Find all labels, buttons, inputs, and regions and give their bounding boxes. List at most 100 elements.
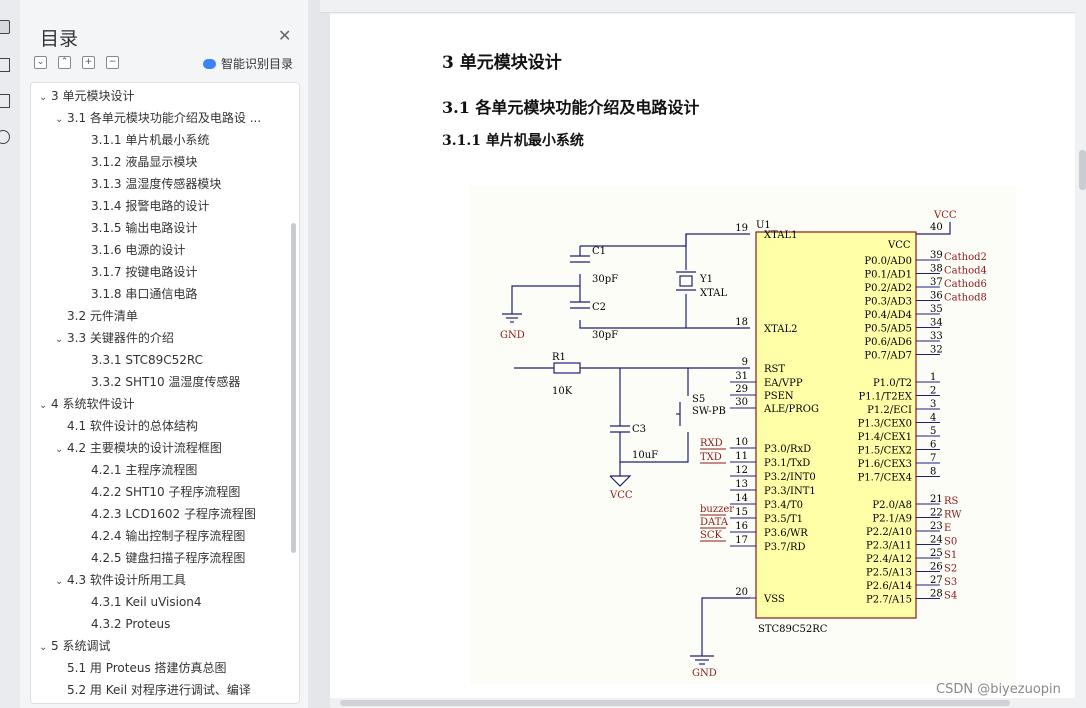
toc-item[interactable]: 5.2 用 Keil 对程序进行调试、编译 (55, 681, 251, 699)
page-icon[interactable] (0, 58, 10, 72)
vcc-pin-num: 40 (930, 222, 943, 233)
horizontal-scrollbar[interactable] (330, 698, 1075, 708)
toc-item-label: 3.1.2 液晶显示模块 (91, 155, 198, 169)
toc-item[interactable]: 4.3.2 Proteus (79, 615, 170, 633)
toc-item-label: 4.3.1 Keil uVision4 (91, 595, 202, 609)
toc-item[interactable]: ⌄ 4 系统软件设计 (39, 395, 134, 413)
pin-name: XTAL1 (764, 230, 797, 241)
toc-item-label: 4.2.1 主程序流程图 (91, 463, 198, 477)
net-label: S4 (944, 591, 957, 602)
pin-name: P3.7/RD (764, 542, 806, 553)
vertical-scrollbar[interactable] (1076, 0, 1086, 708)
net-label: Cathod8 (944, 293, 987, 304)
toc-item[interactable]: 3.1.4 报警电路的设计 (79, 197, 209, 215)
vertical-scroll-thumb[interactable] (1079, 150, 1086, 190)
toc-item[interactable]: 3.3.1 STC89C52RC (79, 351, 203, 369)
pin-name: P0.4/AD4 (864, 310, 912, 321)
toc-item-label: 3.1.6 电源的设计 (91, 243, 186, 257)
net-label: Cathod4 (944, 266, 987, 277)
toc-item[interactable]: 3.1.5 输出电路设计 (79, 219, 197, 237)
pin-name: P0.1/AD1 (864, 270, 912, 281)
toc-item-label: 3.3 关键器件的介绍 (67, 331, 174, 345)
toc-item-label: 5.2 用 Keil 对程序进行调试、编译 (67, 683, 251, 697)
pin-number: 36 (930, 291, 943, 302)
toc-item[interactable]: ⌄ 3 单元模块设计 (39, 87, 134, 105)
pin-name: XTAL2 (764, 324, 797, 335)
toc-item[interactable]: 4.1 软件设计的总体结构 (55, 417, 198, 435)
pin-name: P3.4/T0 (764, 500, 803, 511)
toc-scrollbar[interactable] (291, 223, 296, 553)
pin-name: VSS (763, 594, 785, 605)
pin-name: P0.0/AD0 (864, 256, 912, 267)
toc-item[interactable]: 3.1.1 单片机最小系统 (79, 131, 209, 149)
close-icon[interactable]: ✕ (278, 26, 291, 45)
toc-item-label: 3.1.3 温湿度传感器模块 (91, 177, 222, 191)
pin-name: P1.0/T2 (873, 378, 912, 389)
toc-item[interactable]: 4.2.3 LCD1602 子程序流程图 (79, 505, 256, 523)
remove-icon[interactable]: − (106, 56, 119, 69)
toc-item[interactable]: 3.1.2 液晶显示模块 (79, 153, 197, 171)
toc-item[interactable]: ⌄ 5 系统调试 (39, 637, 110, 655)
pin-name: P0.6/AD6 (864, 337, 912, 348)
chevron-down-icon[interactable]: ⌄ (55, 331, 67, 349)
toc-item[interactable]: ⌄ 3.1 各单元模块功能介绍及电路设 ... (55, 109, 261, 127)
toc-item[interactable]: ⌄ 4.3 软件设计所用工具 (55, 571, 186, 589)
toc-item[interactable]: 3.3.2 SHT10 温湿度传感器 (79, 373, 240, 391)
pin-name: P2.7/A15 (866, 595, 912, 606)
pin-name: P0.7/AD7 (864, 351, 912, 362)
net-label: SCK (700, 530, 723, 541)
vcc-pin-name: VCC (887, 240, 911, 251)
vcc-label-top: VCC (933, 210, 957, 221)
chevron-down-icon[interactable]: ⌄ (55, 441, 67, 459)
smart-toc-label: 智能识别目录 (221, 57, 294, 71)
toc-item[interactable]: ⌄ 3.3 关键器件的介绍 (55, 329, 174, 347)
search-icon[interactable] (0, 130, 10, 144)
smart-toc-button[interactable]: 智能识别目录 (203, 55, 293, 72)
pin-number: 38 (930, 264, 943, 275)
c1-label: C1 (592, 246, 606, 257)
pin-number: 29 (735, 384, 748, 395)
pin-number: 2 (930, 386, 936, 397)
chevron-down-icon[interactable]: ⌄ (39, 89, 51, 107)
pin-number: 32 (930, 345, 943, 356)
toc-item[interactable]: ⌄ 4.2 主要模块的设计流程框图 (55, 439, 222, 457)
toc-item[interactable]: 4.2.1 主程序流程图 (79, 461, 197, 479)
net-label: Cathod2 (944, 252, 987, 263)
net-label: buzzer (700, 504, 734, 515)
toc-item-label: 4.1 软件设计的总体结构 (67, 419, 198, 433)
toc-item[interactable]: 3.1.3 温湿度传感器模块 (79, 175, 221, 193)
chevron-down-icon[interactable]: ⌄ (39, 639, 51, 657)
toc-item-label: 4 系统软件设计 (51, 397, 135, 411)
r1-value: 10K (552, 386, 573, 397)
toc-item[interactable]: 5.1 用 Proteus 搭建仿真总图 (55, 659, 227, 677)
toc-panel-icon[interactable] (0, 20, 10, 34)
pin-number: 30 (735, 397, 748, 408)
document-page: 3 单元模块设计 3.1 各单元模块功能介绍及电路设计 3.1.1 单片机最小系… (330, 14, 1075, 708)
pin-name: P3.2/INT0 (764, 472, 816, 483)
pin-name: EA/VPP (764, 378, 803, 389)
toc-item[interactable]: 4.2.5 键盘扫描子程序流程图 (79, 549, 245, 567)
toc-item[interactable]: 4.3.1 Keil uVision4 (79, 593, 202, 611)
chevron-down-icon[interactable]: ⌄ (55, 111, 67, 129)
toc-item[interactable]: 3.1.6 电源的设计 (79, 241, 185, 259)
watermark: CSDN @biyezuopin (936, 682, 1061, 697)
chevron-down-icon[interactable]: ⌄ (39, 397, 51, 415)
pin-number: 13 (735, 479, 748, 490)
heading-section: 3.1 各单元模块功能介绍及电路设计 (442, 98, 700, 117)
pin-number: 31 (735, 371, 748, 382)
pin-name: P2.2/A10 (866, 527, 912, 538)
toc-item[interactable]: 3.1.7 按键电路设计 (79, 263, 197, 281)
pin-number: 4 (930, 413, 936, 424)
pin-number: 37 (930, 277, 943, 288)
collapse-all-icon[interactable]: ⌄ (34, 56, 47, 69)
bookmark-icon[interactable] (0, 94, 10, 108)
chevron-down-icon[interactable]: ⌄ (55, 573, 67, 591)
add-icon[interactable]: + (82, 56, 95, 69)
toc-item[interactable]: 4.2.4 输出控制子程序流程图 (79, 527, 245, 545)
horizontal-scroll-thumb[interactable] (340, 700, 1010, 706)
expand-up-icon[interactable]: ⌃ (58, 56, 71, 69)
toc-item[interactable]: 3.1.8 串口通信电路 (79, 285, 197, 303)
pin-number: 39 (930, 250, 943, 261)
toc-item[interactable]: 3.2 元件清单 (55, 307, 138, 325)
toc-item[interactable]: 4.2.2 SHT10 子程序流程图 (79, 483, 240, 501)
